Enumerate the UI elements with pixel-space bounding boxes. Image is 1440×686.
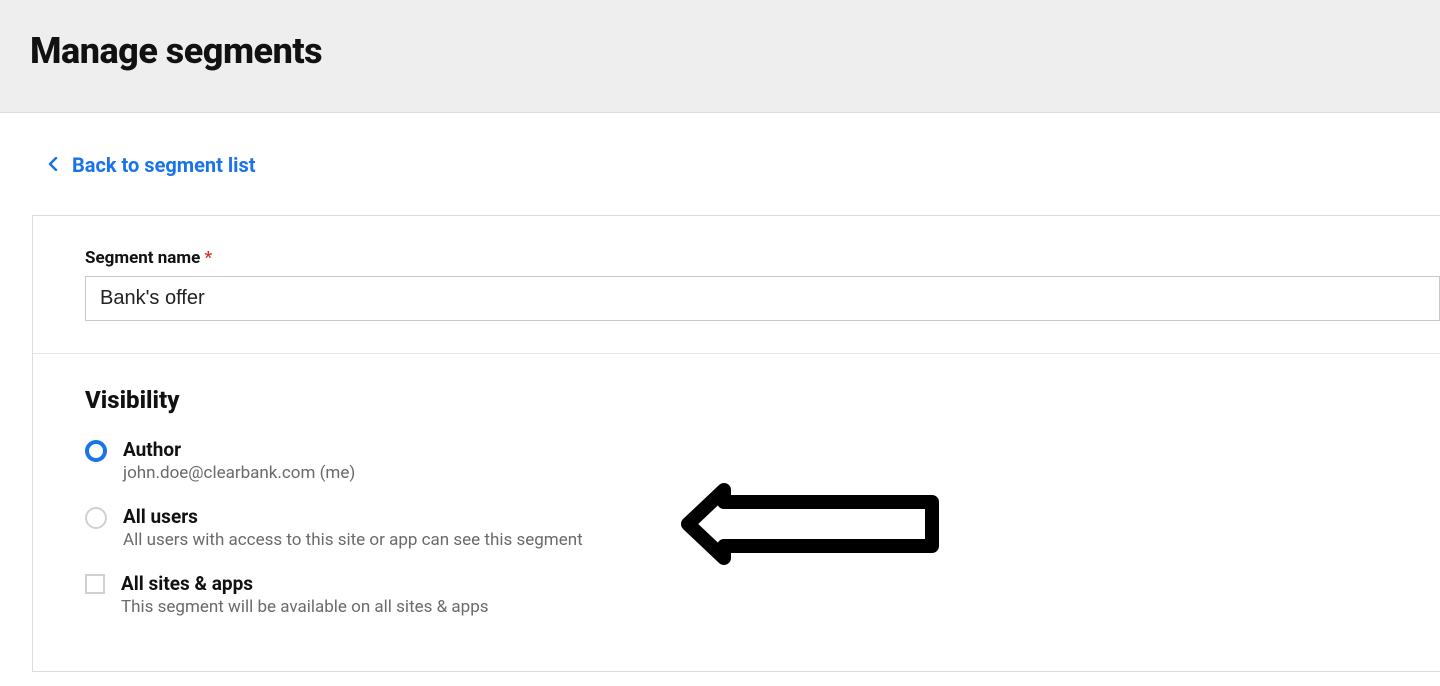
all-sites-label: All sites & apps [121, 572, 489, 595]
form-panel: Segment name* Visibility Author john.doe… [32, 215, 1440, 672]
all-sites-description: This segment will be available on all si… [121, 597, 489, 617]
chevron-left-icon [48, 156, 58, 175]
segment-name-section: Segment name* [33, 216, 1440, 354]
all-users-label: All users [123, 505, 583, 528]
back-to-list-link[interactable]: Back to segment list [48, 153, 256, 177]
radio-all-users[interactable] [85, 507, 107, 529]
segment-name-label-text: Segment name [85, 248, 200, 268]
page-header: Manage segments [0, 0, 1440, 113]
visibility-section: Visibility Author john.doe@clearbank.com… [33, 354, 1440, 671]
option-text-all-users: All users All users with access to this … [123, 505, 583, 550]
all-users-description: All users with access to this site or ap… [123, 530, 583, 550]
segment-name-label: Segment name* [85, 248, 1440, 268]
required-indicator: * [204, 248, 212, 268]
page-title: Manage segments [30, 30, 1410, 72]
visibility-option-all-users[interactable]: All users All users with access to this … [85, 505, 1440, 550]
checkbox-all-sites[interactable] [85, 574, 105, 594]
option-text-author: Author john.doe@clearbank.com (me) [123, 438, 355, 483]
radio-author[interactable] [85, 440, 107, 462]
author-description: john.doe@clearbank.com (me) [123, 463, 355, 483]
segment-name-input[interactable] [85, 276, 1440, 321]
visibility-option-author[interactable]: Author john.doe@clearbank.com (me) [85, 438, 1440, 483]
option-text-all-sites: All sites & apps This segment will be av… [121, 572, 489, 617]
author-label: Author [123, 438, 355, 461]
visibility-option-all-sites[interactable]: All sites & apps This segment will be av… [85, 572, 1440, 617]
back-link-label: Back to segment list [72, 153, 256, 177]
content-area: Back to segment list Segment name* Visib… [0, 113, 1440, 672]
visibility-heading: Visibility [85, 386, 1440, 414]
